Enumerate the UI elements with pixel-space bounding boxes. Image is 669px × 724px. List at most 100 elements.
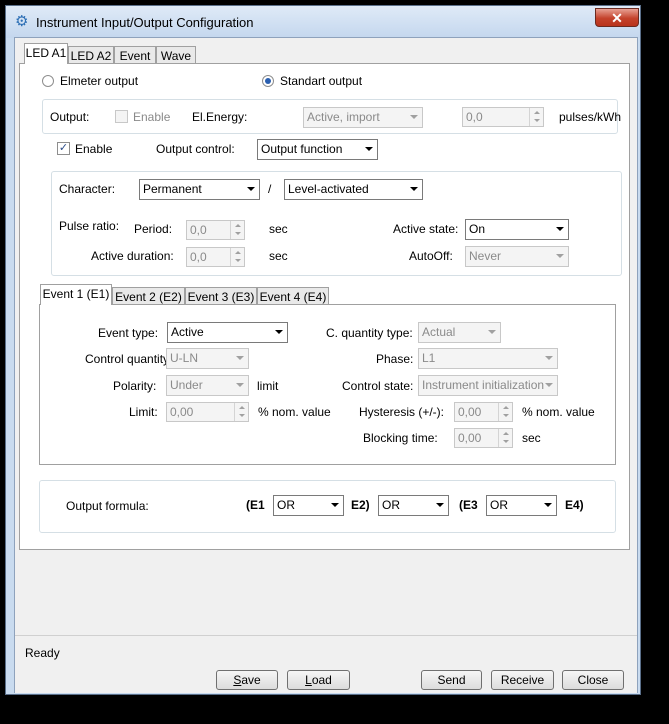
autooff-value: Never [469,249,502,263]
active-duration-spinner[interactable]: 0,0 [186,247,245,267]
hysteresis-value: 0,00 [458,405,482,419]
chevron-down-icon [545,356,553,360]
cq-type-select[interactable]: Actual [418,322,501,343]
control-state-label: Control state: [342,379,414,393]
tab-led-a1[interactable]: LED A1 [24,43,68,64]
limit-label: Limit: [129,405,158,419]
save-button[interactable]: Save [216,670,278,690]
tab-led-a2[interactable]: LED A2 [68,46,114,64]
period-spinner[interactable]: 0,0 [186,220,245,240]
limit-unit: % nom. value [258,405,331,419]
active-duration-value: 0,0 [190,250,207,264]
formula-term-e2: E2) [351,498,370,512]
character-select[interactable]: Permanent [139,179,260,200]
title-bar[interactable]: ⚙ Instrument Input/Output Configuration … [6,6,640,38]
hysteresis-spinner[interactable]: 0,00 [454,402,513,422]
phase-label: Phase: [376,352,414,366]
limit-value: 0,00 [170,405,194,419]
formula-operator-1-value: OR [277,498,295,512]
phase-select[interactable]: L1 [418,348,558,369]
tab-event-4[interactable]: Event 4 (E4) [257,287,329,305]
chevron-down-icon [331,503,339,507]
activation-select[interactable]: Level-activated [284,179,423,200]
spinner-buttons[interactable] [230,248,244,266]
character-label: Character: [59,182,116,196]
cq-type-label: C. quantity type: [326,326,413,340]
receive-button[interactable]: Receive [491,670,554,690]
limit-spinner[interactable]: 0,00 [166,402,249,422]
output-control-select[interactable]: Output function [257,139,378,160]
standart-output-label: Standart output [280,74,363,88]
arrow-down-icon [239,414,245,417]
output-control-value: Output function [261,142,343,156]
control-state-value: Instrument initialization [422,378,545,392]
load-mnemonic: L [305,673,312,687]
formula-operator-2-select[interactable]: OR [378,495,449,516]
close-button[interactable]: Close [562,670,624,690]
elmeter-output-radio[interactable] [42,75,54,87]
pulses-value: 0,0 [466,110,483,124]
control-state-select[interactable]: Instrument initialization [418,375,558,396]
tab-event-1[interactable]: Event 1 (E1) [40,284,112,305]
tab-event-2[interactable]: Event 2 (E2) [112,287,185,305]
el-energy-label: El.Energy: [192,110,248,124]
arrow-down-icon [235,259,241,262]
output-enable-checkbox[interactable] [115,110,128,123]
spinner-buttons[interactable] [498,403,512,421]
pulse-ratio-label: Pulse ratio: [59,219,120,233]
chevron-down-icon [410,115,418,119]
active-state-select[interactable]: On [465,219,569,240]
formula-operator-3-select[interactable]: OR [486,495,557,516]
chevron-down-icon [236,383,244,387]
activation-value: Level-activated [288,182,369,196]
period-label: Period: [134,222,173,236]
formula-operator-1-select[interactable]: OR [273,495,344,516]
arrow-up-icon [235,224,241,227]
spinner-buttons[interactable] [498,429,512,447]
chevron-down-icon [275,330,283,334]
character-separator: / [268,182,272,196]
event-type-value: Active [171,325,204,339]
chevron-down-icon [488,330,496,334]
hysteresis-label: Hysteresis (+/-): [359,405,445,419]
load-label-post: oad [311,673,332,687]
polarity-select[interactable]: Under [166,375,249,396]
client-area: LED A1 LED A2 Event Wave Elmeter output … [14,37,638,693]
chevron-down-icon [545,383,553,387]
formula-term-e3: (E3 [459,498,478,512]
arrow-up-icon [503,406,509,409]
character-group: Character: Permanent / Level-activated P… [51,171,622,276]
load-button[interactable]: Load [287,670,350,690]
output-label: Output: [50,110,90,124]
output-enable-label: Enable [133,110,171,124]
enable-label: Enable [75,142,113,156]
control-quantity-select[interactable]: U-LN [166,348,249,369]
tab-wave[interactable]: Wave [156,46,196,64]
enable-checkbox[interactable]: ✓ [57,142,70,155]
blocking-time-unit: sec [522,431,541,445]
active-state-label: Active state: [393,222,459,236]
window-close-button[interactable]: ✕ [595,8,639,27]
output-control-label: Output control: [156,142,235,156]
spinner-buttons[interactable] [230,221,244,239]
el-energy-select[interactable]: Active, import [303,107,423,128]
standart-output-radio[interactable] [262,75,274,87]
event-type-select[interactable]: Active [167,322,288,343]
save-label-post: ave [241,673,261,687]
polarity-label: Polarity: [113,379,157,393]
tab-event-3[interactable]: Event 3 (E3) [185,287,257,305]
tab-event[interactable]: Event [114,46,156,64]
blocking-time-spinner[interactable]: 0,00 [454,428,513,448]
arrow-down-icon [534,119,540,122]
elmeter-output-group: Output: Enable El.Energy: Active, import… [42,99,621,134]
formula-term-e1: (E1 [246,498,265,512]
event-1-panel: Event type: Active C. quantity type: Act… [39,304,616,465]
send-button[interactable]: Send [421,670,482,690]
pulses-spinner[interactable]: 0,0 [462,107,544,127]
chevron-down-icon [544,503,552,507]
spinner-buttons[interactable] [529,108,543,126]
elmeter-output-label: Elmeter output [60,74,139,88]
spinner-buttons[interactable] [234,403,248,421]
chevron-down-icon [236,356,244,360]
autooff-select[interactable]: Never [465,246,569,267]
